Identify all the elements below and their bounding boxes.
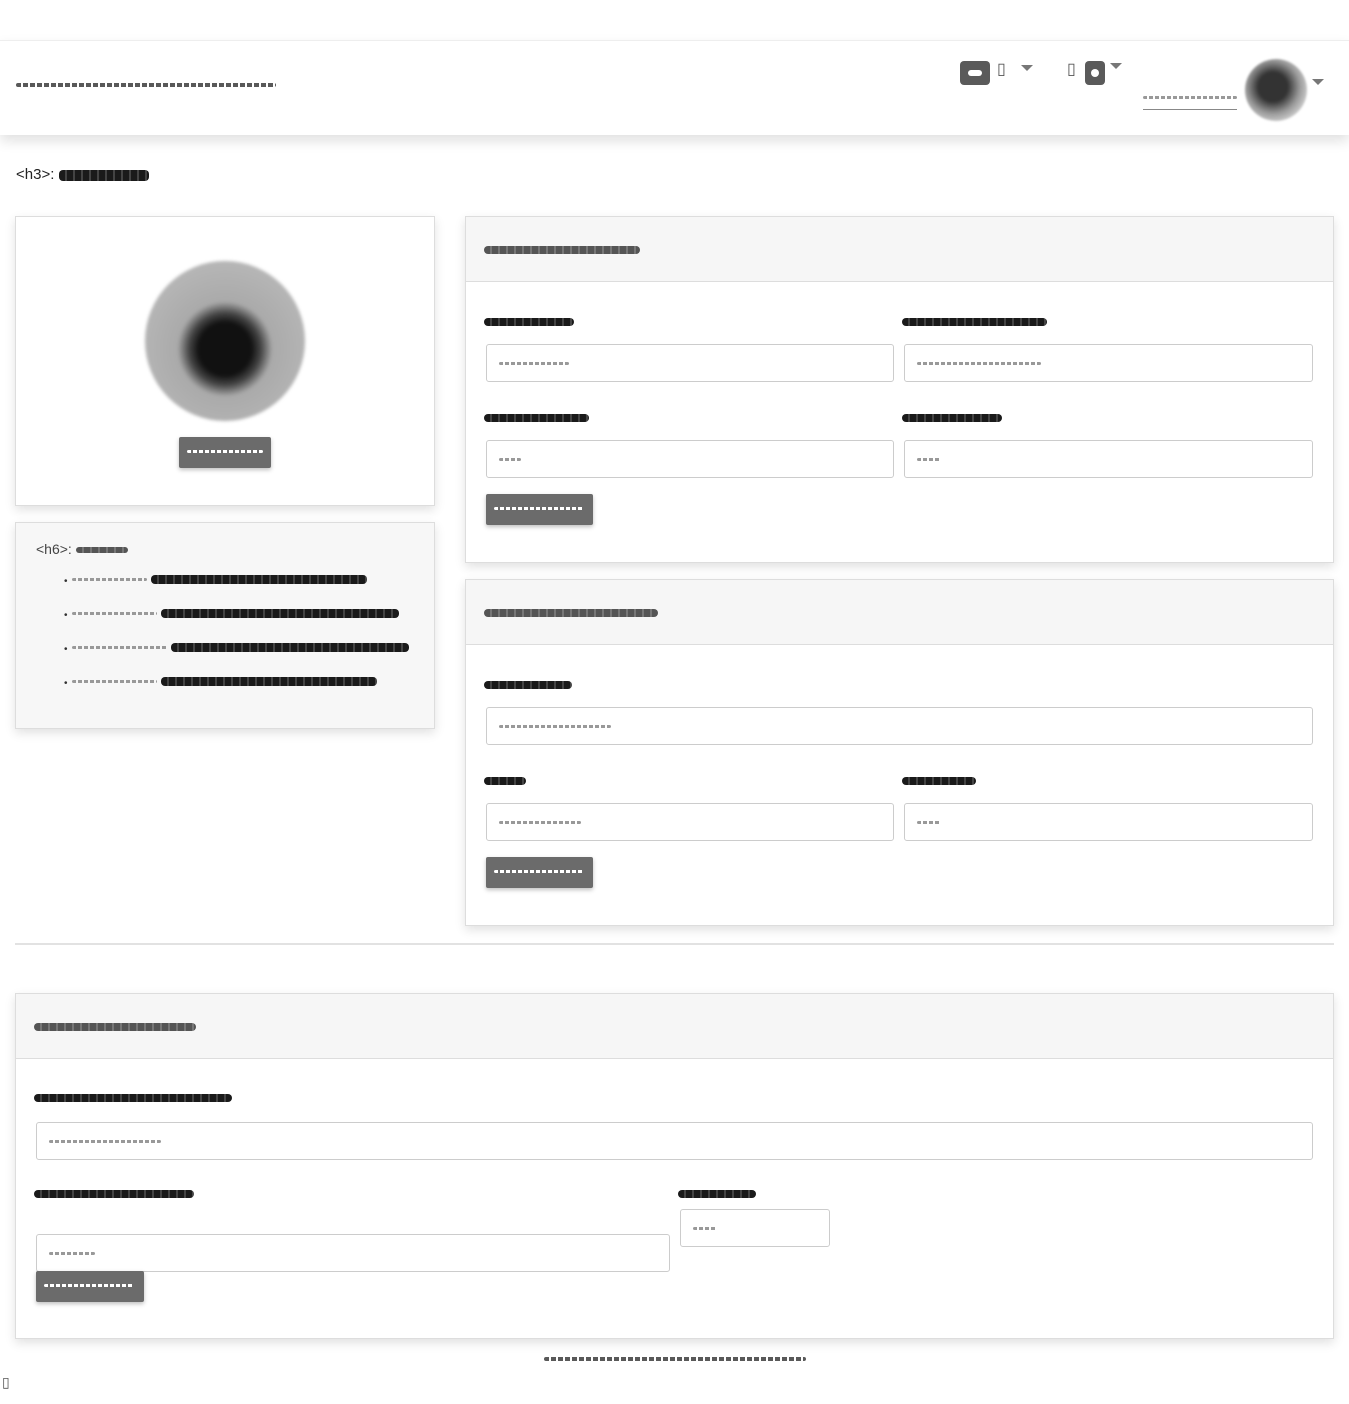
notification-icon[interactable]: [1085, 61, 1105, 85]
profile-picture-card: [15, 216, 435, 506]
save-account-button[interactable]: [486, 494, 593, 525]
flag-icon[interactable]: ▯: [1067, 59, 1076, 79]
first-name-input[interactable]: [486, 440, 894, 478]
list-item: •: [64, 571, 368, 589]
account-details-card: [465, 216, 1334, 563]
card-header: [16, 994, 1333, 1059]
footer-text: [544, 1350, 806, 1368]
save-payment-button[interactable]: [36, 1271, 144, 1302]
expiration-input[interactable]: [36, 1234, 670, 1272]
field-label: [902, 313, 1047, 331]
list-item: •: [64, 639, 410, 657]
username-input[interactable]: [486, 344, 894, 382]
card-header: [466, 217, 1333, 282]
page-title: <h3>:: [16, 166, 149, 183]
street-input[interactable]: [486, 707, 1313, 745]
missing-glyph-icon: ▯: [2, 1374, 10, 1390]
payment-card: [15, 993, 1334, 1339]
list-item: •: [64, 673, 378, 691]
city-input[interactable]: [486, 803, 894, 841]
field-label: [484, 313, 574, 331]
divider: [15, 943, 1334, 945]
change-photo-button[interactable]: [179, 437, 271, 468]
address-card: [465, 579, 1334, 926]
card-header: [466, 580, 1333, 645]
profile-avatar: [145, 261, 305, 421]
field-label: [902, 772, 976, 790]
field-label: [484, 676, 572, 694]
zip-input[interactable]: [904, 803, 1313, 841]
bell-icon[interactable]: ▯: [997, 59, 1006, 79]
save-address-button[interactable]: [486, 857, 593, 888]
field-label: [484, 772, 526, 790]
email-input[interactable]: [904, 344, 1313, 382]
list-item: •: [64, 605, 400, 623]
avatar[interactable]: [1245, 59, 1307, 121]
field-label: [34, 1185, 194, 1203]
field-label: [34, 1089, 232, 1107]
field-label: [678, 1185, 756, 1203]
chevron-down-icon[interactable]: [1110, 63, 1122, 69]
chevron-down-icon[interactable]: [1021, 65, 1033, 71]
last-name-input[interactable]: [904, 440, 1313, 478]
user-name-link[interactable]: [1143, 89, 1237, 110]
top-navbar: ▯ ▯: [0, 40, 1349, 135]
field-label: [484, 409, 589, 427]
card-number-input[interactable]: [36, 1122, 1313, 1160]
field-label: [902, 409, 1002, 427]
chevron-down-icon[interactable]: [1312, 79, 1324, 85]
cvv-input[interactable]: [680, 1209, 830, 1247]
message-icon[interactable]: [960, 61, 990, 85]
brand-link[interactable]: [16, 76, 276, 94]
info-heading: <h6>:: [36, 541, 128, 557]
info-card: <h6>: • • • •: [15, 522, 435, 729]
